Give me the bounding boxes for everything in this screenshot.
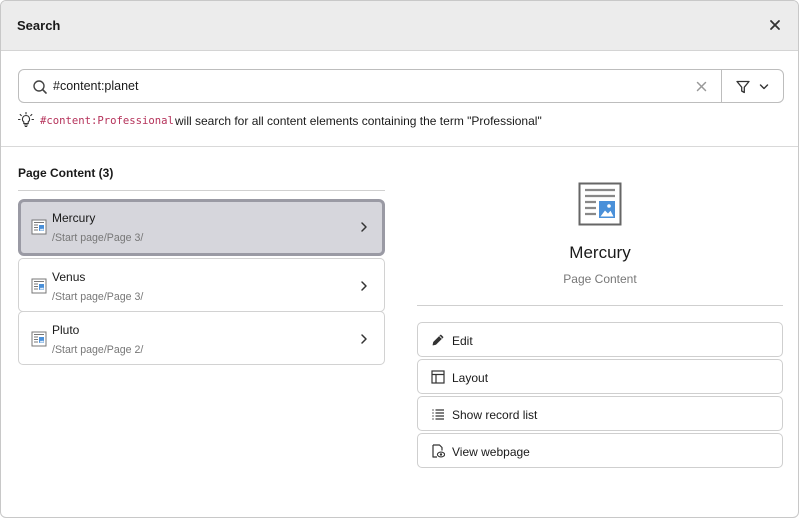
result-item-pluto[interactable]: Pluto /Start page/Page 2/ <box>18 311 385 365</box>
lightbulb-icon <box>18 112 34 128</box>
result-title: Pluto <box>52 323 80 337</box>
layout-button[interactable]: Layout <box>417 359 783 394</box>
search-box <box>18 69 722 103</box>
result-title: Venus <box>52 270 86 284</box>
content-element-icon <box>31 278 47 294</box>
action-label: Show record list <box>452 408 538 422</box>
result-path: /Start page/Page 3/ <box>52 232 144 244</box>
search-input[interactable] <box>53 70 693 102</box>
list-icon <box>432 409 444 420</box>
content-element-icon <box>578 182 622 226</box>
preview-title: Mercury <box>569 243 631 262</box>
action-label: View webpage <box>452 445 530 459</box>
clear-icon[interactable] <box>696 81 707 92</box>
results-divider <box>18 190 385 191</box>
close-icon <box>770 20 780 30</box>
chevron-right-icon <box>361 222 367 232</box>
action-label: Layout <box>452 371 489 385</box>
view-webpage-button[interactable]: View webpage <box>417 433 783 468</box>
edit-button[interactable]: Edit <box>417 322 783 357</box>
search-icon <box>33 80 47 94</box>
filter-button[interactable] <box>721 69 784 103</box>
result-path: /Start page/Page 2/ <box>52 344 144 356</box>
show-record-list-button[interactable]: Show record list <box>417 396 783 431</box>
result-title: Mercury <box>52 211 96 225</box>
layout-icon <box>431 370 445 384</box>
view-page-icon <box>432 444 445 458</box>
content-element-icon <box>31 219 47 235</box>
chevron-down-icon <box>759 84 769 90</box>
content-element-icon <box>31 331 47 347</box>
pencil-icon <box>432 334 444 346</box>
results-heading: Page Content (3) <box>18 166 114 180</box>
search-area: #content:Professional will search for al… <box>1 52 798 147</box>
chevron-right-icon <box>361 334 367 344</box>
hint-text: will search for all content elements con… <box>175 114 542 128</box>
action-label: Edit <box>452 334 473 348</box>
filter-icon <box>736 80 750 94</box>
result-item-venus[interactable]: Venus /Start page/Page 3/ <box>18 258 385 312</box>
result-item-mercury[interactable]: Mercury /Start page/Page 3/ <box>18 199 385 256</box>
dialog-title: Search <box>17 18 61 33</box>
dialog-header: Search <box>1 1 798 51</box>
result-path: /Start page/Page 3/ <box>52 291 144 303</box>
hint-code: #content:Professional <box>40 115 174 127</box>
preview-subtitle: Page Content <box>563 272 637 286</box>
close-button[interactable] <box>768 18 782 32</box>
search-dialog: Search #content:planet #content:Professi… <box>0 0 799 518</box>
chevron-right-icon <box>361 281 367 291</box>
preview-divider <box>417 305 783 306</box>
